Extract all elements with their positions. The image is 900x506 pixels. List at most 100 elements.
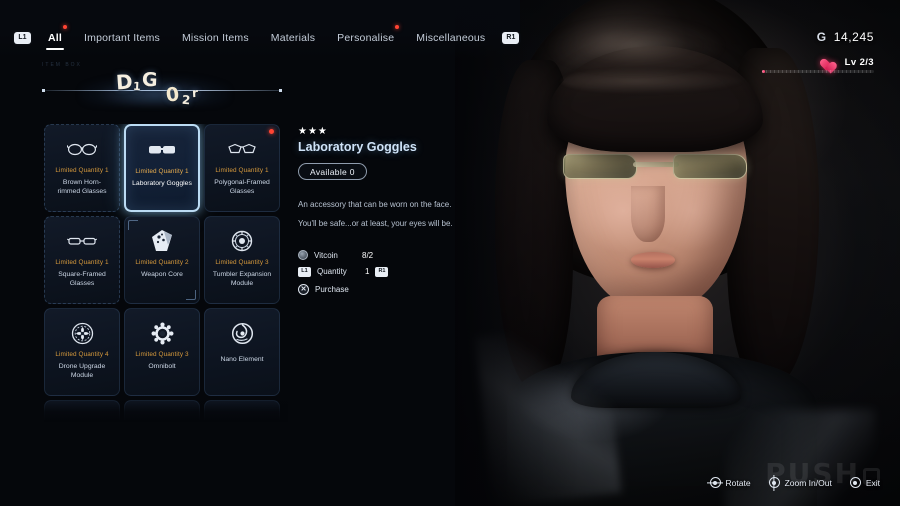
item-name: Nano Element	[220, 356, 264, 363]
square-glasses-icon	[67, 228, 97, 254]
level-progress-ticks	[762, 70, 874, 73]
goggles-icon	[147, 137, 177, 163]
detail-description-line-2: You'll be safe...or at least, your eyes …	[298, 219, 453, 228]
item-name: Drone Upgrade Module	[58, 363, 106, 379]
item-name: Laboratory Goggles	[132, 180, 192, 187]
tab-miscellaneous[interactable]: Miscellaneous	[405, 32, 496, 44]
item-card-omnibolt[interactable]: Limited Quantity 3 Omnibolt	[124, 308, 200, 396]
tab-personalise[interactable]: Personalise	[326, 25, 405, 44]
item-card-partial[interactable]	[204, 400, 280, 420]
purchase-label: Purchase	[315, 284, 349, 294]
heart-icon	[825, 56, 840, 69]
item-card-brown-horn-rimmed-glasses[interactable]: Limited Quantity 1 Brown Horn- rimmed Gl…	[44, 124, 120, 212]
glitch-letter-6: r	[191, 85, 199, 101]
category-tabs: L1 All Important Items Mission Items Mat…	[14, 25, 520, 50]
drone-module-icon	[71, 320, 94, 346]
weapon-core-icon	[150, 228, 174, 254]
item-name: Polygonal-Framed Glasses	[214, 179, 270, 195]
tab-important-items[interactable]: Important Items	[73, 32, 171, 44]
top-bar: L1 All Important Items Mission Items Mat…	[0, 0, 520, 58]
hint-rotate-label: Rotate	[725, 477, 751, 488]
circle-button-icon	[849, 477, 861, 488]
currency-value: 8/2	[362, 250, 374, 260]
hint-exit[interactable]: Exit	[849, 477, 880, 488]
glitch-letter-5: 2	[181, 92, 191, 108]
gold-symbol: G	[816, 30, 827, 44]
glitch-letter-4: 0	[164, 83, 181, 107]
item-card-weapon-core[interactable]: Limited Quantity 2 Weapon Core	[124, 216, 200, 304]
banner-glitch-title: D 1 G 0 2 r	[115, 68, 276, 112]
item-quantity-label: Limited Quantity 2	[135, 259, 189, 266]
item-quantity-label: Limited Quantity 1	[135, 168, 189, 175]
item-card-partial[interactable]	[124, 400, 200, 420]
hint-zoom-label: Zoom In/Out	[784, 477, 832, 488]
tab-mission-items-label: Mission Items	[181, 32, 249, 44]
tab-materials-label: Materials	[270, 32, 316, 44]
vitcoin-icon	[298, 250, 308, 260]
item-card-partial[interactable]	[44, 400, 120, 420]
item-name: Tumbler Expansion Module	[212, 271, 272, 287]
glitch-letter-2: 1	[132, 79, 141, 94]
item-card-laboratory-goggles[interactable]: Limited Quantity 1 Laboratory Goggles	[124, 124, 200, 212]
glitch-letter-3: G	[141, 68, 158, 92]
level-label: Lv 2/3	[844, 57, 874, 68]
item-card-square-framed-glasses[interactable]: Limited Quantity 1 Square-Framed Glasses	[44, 216, 120, 304]
purchase-row[interactable]: ✕ Purchase	[298, 283, 478, 295]
detail-description-line-1: An accessory that can be worn on the fac…	[298, 200, 452, 209]
tab-mission-items[interactable]: Mission Items	[171, 32, 260, 44]
item-card-polygonal-framed-glasses[interactable]: Limited Quantity 1 Polygonal-Framed Glas…	[204, 124, 280, 212]
purchase-info-list: Vitcoin 8/2 L1 Quantity 1 R1 ✕ Purchase	[298, 250, 478, 295]
glitch-letter-1: D	[115, 69, 134, 95]
omnibolt-icon	[151, 320, 174, 346]
hint-exit-label: Exit	[865, 477, 880, 488]
item-grid-scroll[interactable]: Limited Quantity 1 Brown Horn- rimmed Gl…	[44, 124, 288, 420]
item-new-badge	[269, 129, 274, 134]
item-quantity-label: Limited Quantity 3	[135, 351, 189, 358]
quantity-decrease-button[interactable]: L1	[298, 267, 311, 277]
gold-display: G 14,245	[817, 30, 874, 44]
tab-all-notification-dot	[63, 25, 68, 29]
quantity-increase-button[interactable]: R1	[375, 267, 389, 277]
level-display: Lv 2/3	[825, 56, 874, 69]
item-detail-panel: ★★★ Laboratory Goggles Available 0 An ac…	[298, 126, 478, 295]
character-preview[interactable]	[455, 0, 900, 506]
item-name: Weapon Core	[141, 271, 183, 278]
banner-micro-text: ITEM BOX	[42, 62, 82, 68]
quantity-label: Quantity	[317, 267, 347, 277]
item-card-tumbler-expansion-module[interactable]: Limited Quantity 3 Tumbler Expansion Mod…	[204, 216, 280, 304]
tab-personalise-notification-dot	[395, 25, 400, 29]
tumbler-module-icon	[231, 228, 253, 254]
cross-button-icon[interactable]: ✕	[298, 283, 309, 295]
item-name: Square-Framed Glasses	[58, 271, 106, 287]
hint-rotate[interactable]: Rotate	[709, 477, 751, 488]
item-card-nano-element[interactable]: Nano Element	[204, 308, 280, 396]
tab-all[interactable]: All	[37, 25, 73, 50]
hint-zoom[interactable]: Zoom In/Out	[768, 477, 832, 488]
polygon-glasses-icon	[227, 136, 257, 162]
item-quantity-label: Limited Quantity 1	[55, 259, 109, 266]
currency-row: Vitcoin 8/2	[298, 250, 478, 260]
right-stick-icon	[768, 477, 780, 488]
item-grid: Limited Quantity 1 Brown Horn- rimmed Gl…	[44, 124, 288, 420]
glasses-icon	[67, 136, 97, 162]
tab-miscellaneous-label: Miscellaneous	[416, 32, 486, 44]
item-card-drone-upgrade-module[interactable]: Limited Quantity 4 Drone Upgrade Module	[44, 308, 120, 396]
currency-label: Vitcoin	[314, 250, 338, 260]
prev-tab-button[interactable]: L1	[14, 32, 31, 44]
tab-materials[interactable]: Materials	[260, 32, 326, 44]
next-tab-button[interactable]: R1	[502, 32, 520, 44]
availability-badge: Available 0	[298, 163, 367, 180]
quantity-row[interactable]: L1 Quantity 1 R1	[298, 267, 478, 277]
item-quantity-label: Limited Quantity 4	[55, 351, 109, 358]
item-quantity-label: Limited Quantity 1	[55, 167, 109, 174]
tab-all-label: All	[48, 32, 63, 44]
detail-item-title: Laboratory Goggles	[298, 140, 417, 154]
item-quantity-label: Limited Quantity 3	[215, 259, 269, 266]
nano-element-icon	[231, 320, 254, 346]
control-hints: Rotate Zoom In/Out Exit	[709, 477, 880, 488]
tab-important-items-label: Important Items	[84, 32, 160, 44]
gold-amount: 14,245	[833, 30, 874, 44]
item-quantity-label: Limited Quantity 1	[215, 167, 269, 174]
scene-vignette	[455, 0, 900, 506]
section-title-banner: ITEM BOX D 1 G 0 2 r	[40, 58, 290, 110]
